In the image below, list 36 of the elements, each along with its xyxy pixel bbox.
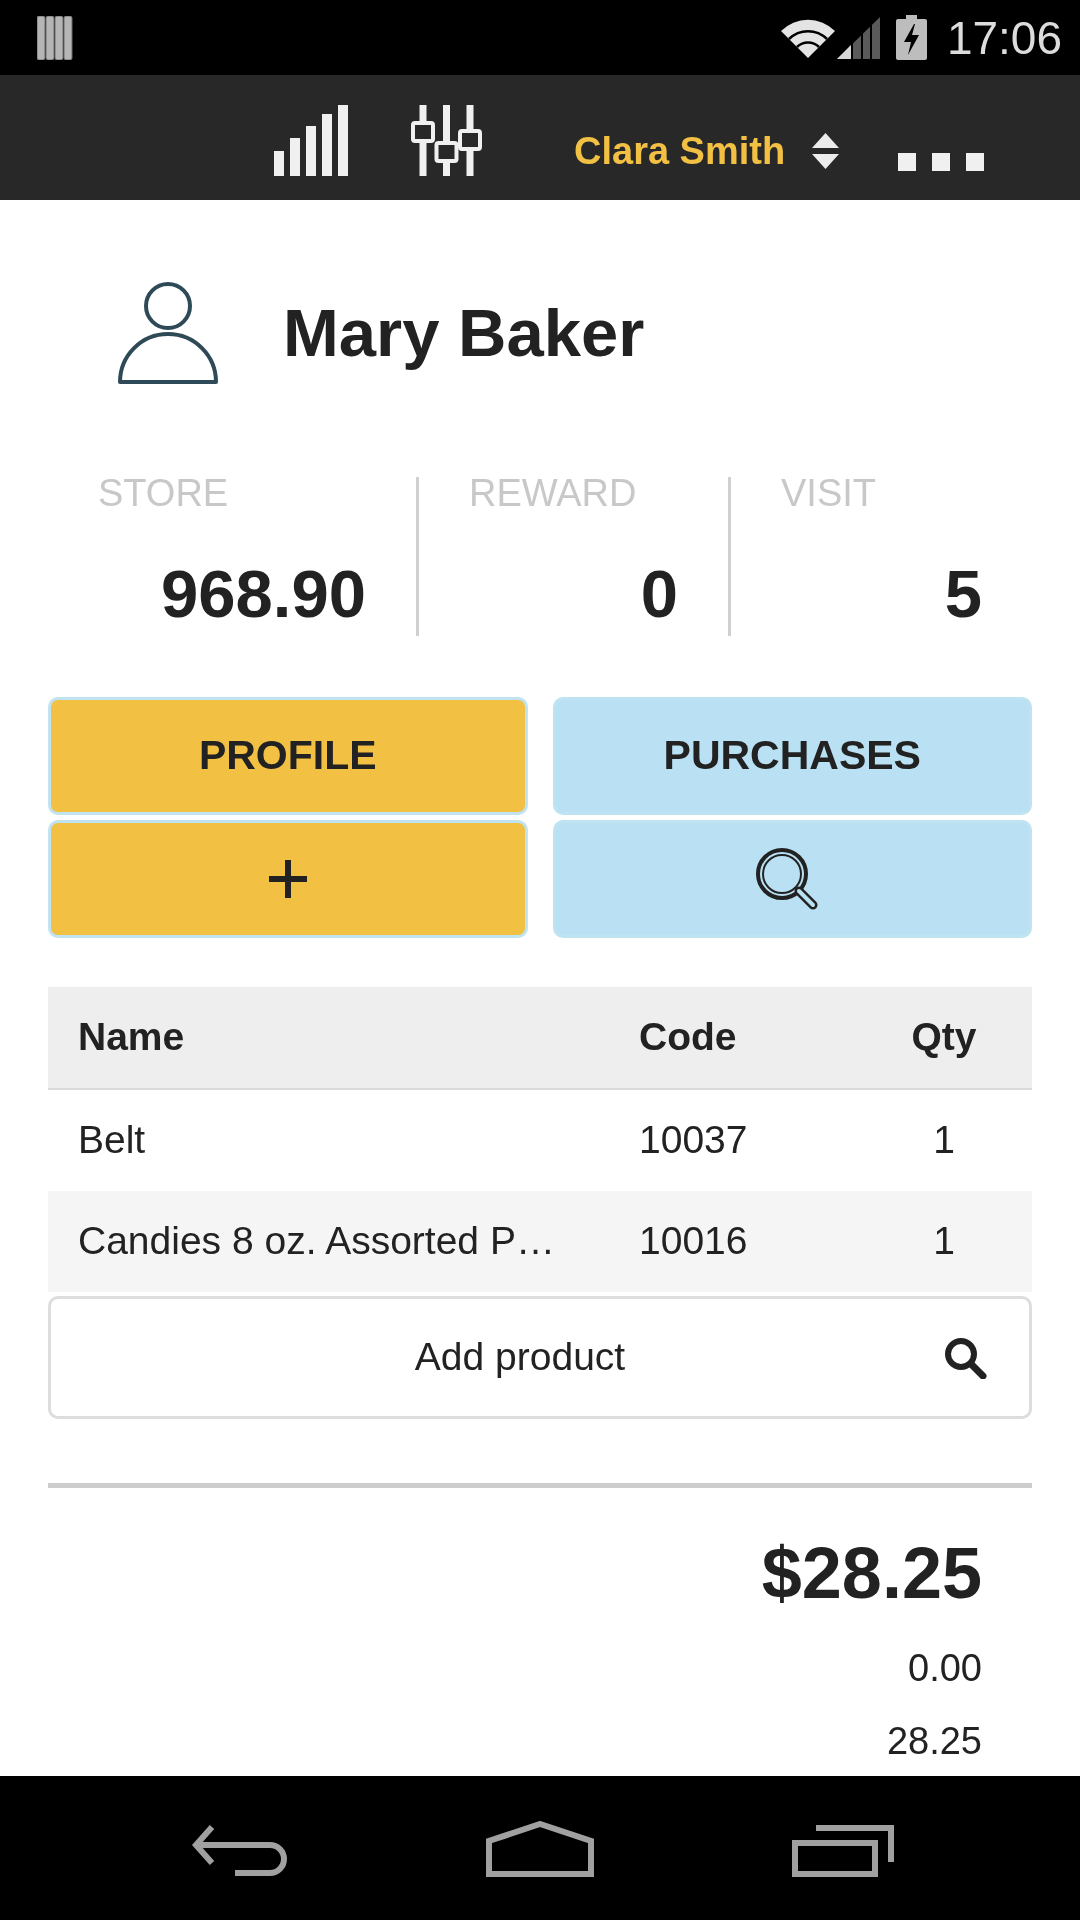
- total-amount: $28.25: [761, 1532, 982, 1614]
- subtotal-amount: 28.25: [886, 1719, 982, 1763]
- stat-value: 5: [943, 555, 982, 633]
- bar-chart-icon[interactable]: [274, 105, 349, 176]
- back-icon[interactable]: [190, 1825, 290, 1877]
- table-cell-text: 10037: [639, 1117, 749, 1164]
- column-header: Name: [77, 1014, 186, 1061]
- user-dropdown[interactable]: Clara Smith: [574, 128, 840, 174]
- table-cell-text: Candies 8 oz. Assorted P…: [77, 1218, 556, 1265]
- table-cell-text: Belt: [77, 1117, 147, 1164]
- action-button[interactable]: PROFILE: [48, 697, 528, 815]
- table-cell-text: 1: [932, 1218, 956, 1265]
- subtotal-amount: 0.00: [908, 1646, 982, 1690]
- more-icon[interactable]: [898, 153, 985, 171]
- signal-icon: [836, 16, 880, 59]
- recent-apps-icon[interactable]: [792, 1825, 894, 1877]
- stat-value: 0: [639, 555, 678, 633]
- plus-icon: [268, 860, 307, 898]
- stripes-icon: [37, 15, 73, 60]
- person-avatar-icon: [115, 280, 221, 386]
- add-product-button[interactable]: Add product: [48, 1296, 1032, 1419]
- column-header: Qty: [910, 1014, 978, 1061]
- battery-icon: [895, 15, 927, 60]
- customer-name: Mary Baker: [283, 294, 645, 372]
- wifi-icon: [780, 17, 835, 58]
- search-icon: [944, 1336, 987, 1379]
- column-header: Code: [639, 1014, 738, 1061]
- table-cell-text: 1: [932, 1117, 956, 1164]
- action-button[interactable]: PURCHASES: [552, 697, 1032, 815]
- home-icon[interactable]: [486, 1821, 594, 1877]
- stat-value: 968.90: [160, 555, 366, 633]
- clock-time: 17:06: [946, 12, 1062, 63]
- sliders-icon[interactable]: [411, 105, 482, 176]
- updown-caret-icon: [812, 133, 840, 169]
- table-row[interactable]: Candies 8 oz. Assorted P… 10016 1: [48, 1191, 1032, 1292]
- table-cell-text: 10016: [639, 1218, 749, 1265]
